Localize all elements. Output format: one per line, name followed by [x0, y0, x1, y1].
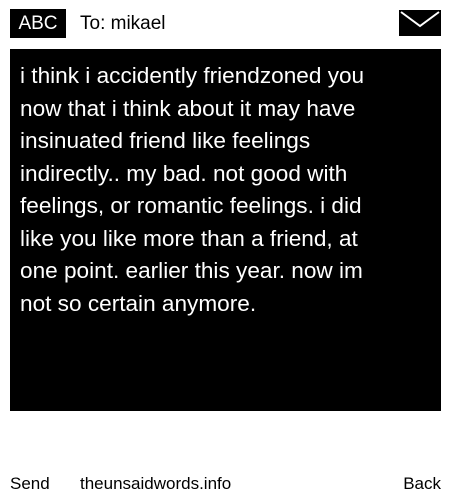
send-button[interactable]: Send	[10, 470, 50, 498]
message-text: i think i accidently friendzoned you now…	[20, 63, 365, 316]
recipient-field[interactable]: To: mikael	[80, 9, 166, 38]
back-button[interactable]: Back	[403, 470, 441, 498]
softkey-bar: Send theunsaidwords.info Back	[0, 470, 450, 498]
envelope-icon	[399, 10, 441, 36]
message-header: ABC To: mikael	[0, 0, 450, 44]
message-body[interactable]: i think i accidently friendzoned you now…	[10, 49, 441, 411]
site-link[interactable]: theunsaidwords.info	[80, 470, 231, 498]
input-mode-badge[interactable]: ABC	[10, 9, 66, 38]
